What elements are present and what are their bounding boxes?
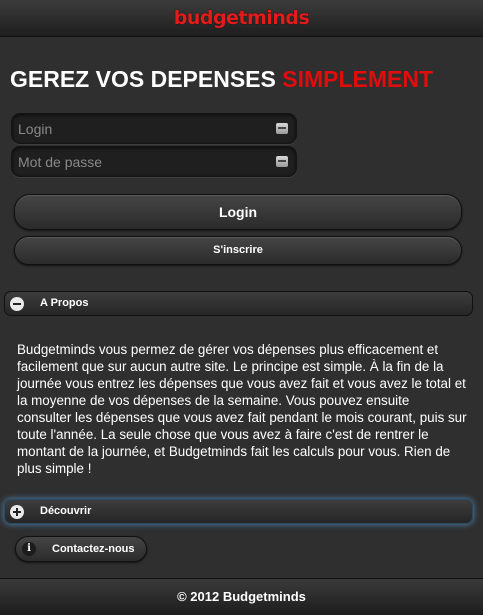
login-field[interactable] [11,113,297,144]
password-field[interactable] [11,146,297,177]
about-section-header[interactable]: A Propos [4,291,473,316]
footer: © 2012 Budgetminds [0,578,483,615]
contact-label: Contactez-nous [52,543,135,555]
discover-section-header[interactable]: Découvrir [4,499,473,524]
password-input[interactable] [18,147,268,176]
app-header: budgetminds [0,0,483,37]
copyright-text: © 2012 Budgetminds [177,589,306,604]
keyboard-icon [276,123,288,134]
contact-button[interactable]: i Contactez-nous [15,536,147,562]
signup-button[interactable]: S'inscrire [14,236,462,265]
about-description: Budgetminds vous permez de gérer vos dép… [17,342,467,476]
discover-title: Découvrir [40,505,92,517]
plus-icon [10,505,24,519]
login-input[interactable] [18,114,268,143]
keyboard-icon [276,156,288,167]
login-button[interactable]: Login [14,194,462,230]
info-icon: i [22,542,36,556]
headline-highlight: SIMPLEMENT [282,66,434,92]
page-headline: GEREZ VOS DEPENSES SIMPLEMENT [10,66,433,93]
headline-text: GEREZ VOS DEPENSES [10,66,283,92]
about-title: A Propos [40,297,89,309]
minus-icon [10,297,24,311]
logo[interactable]: budgetminds [174,7,310,29]
